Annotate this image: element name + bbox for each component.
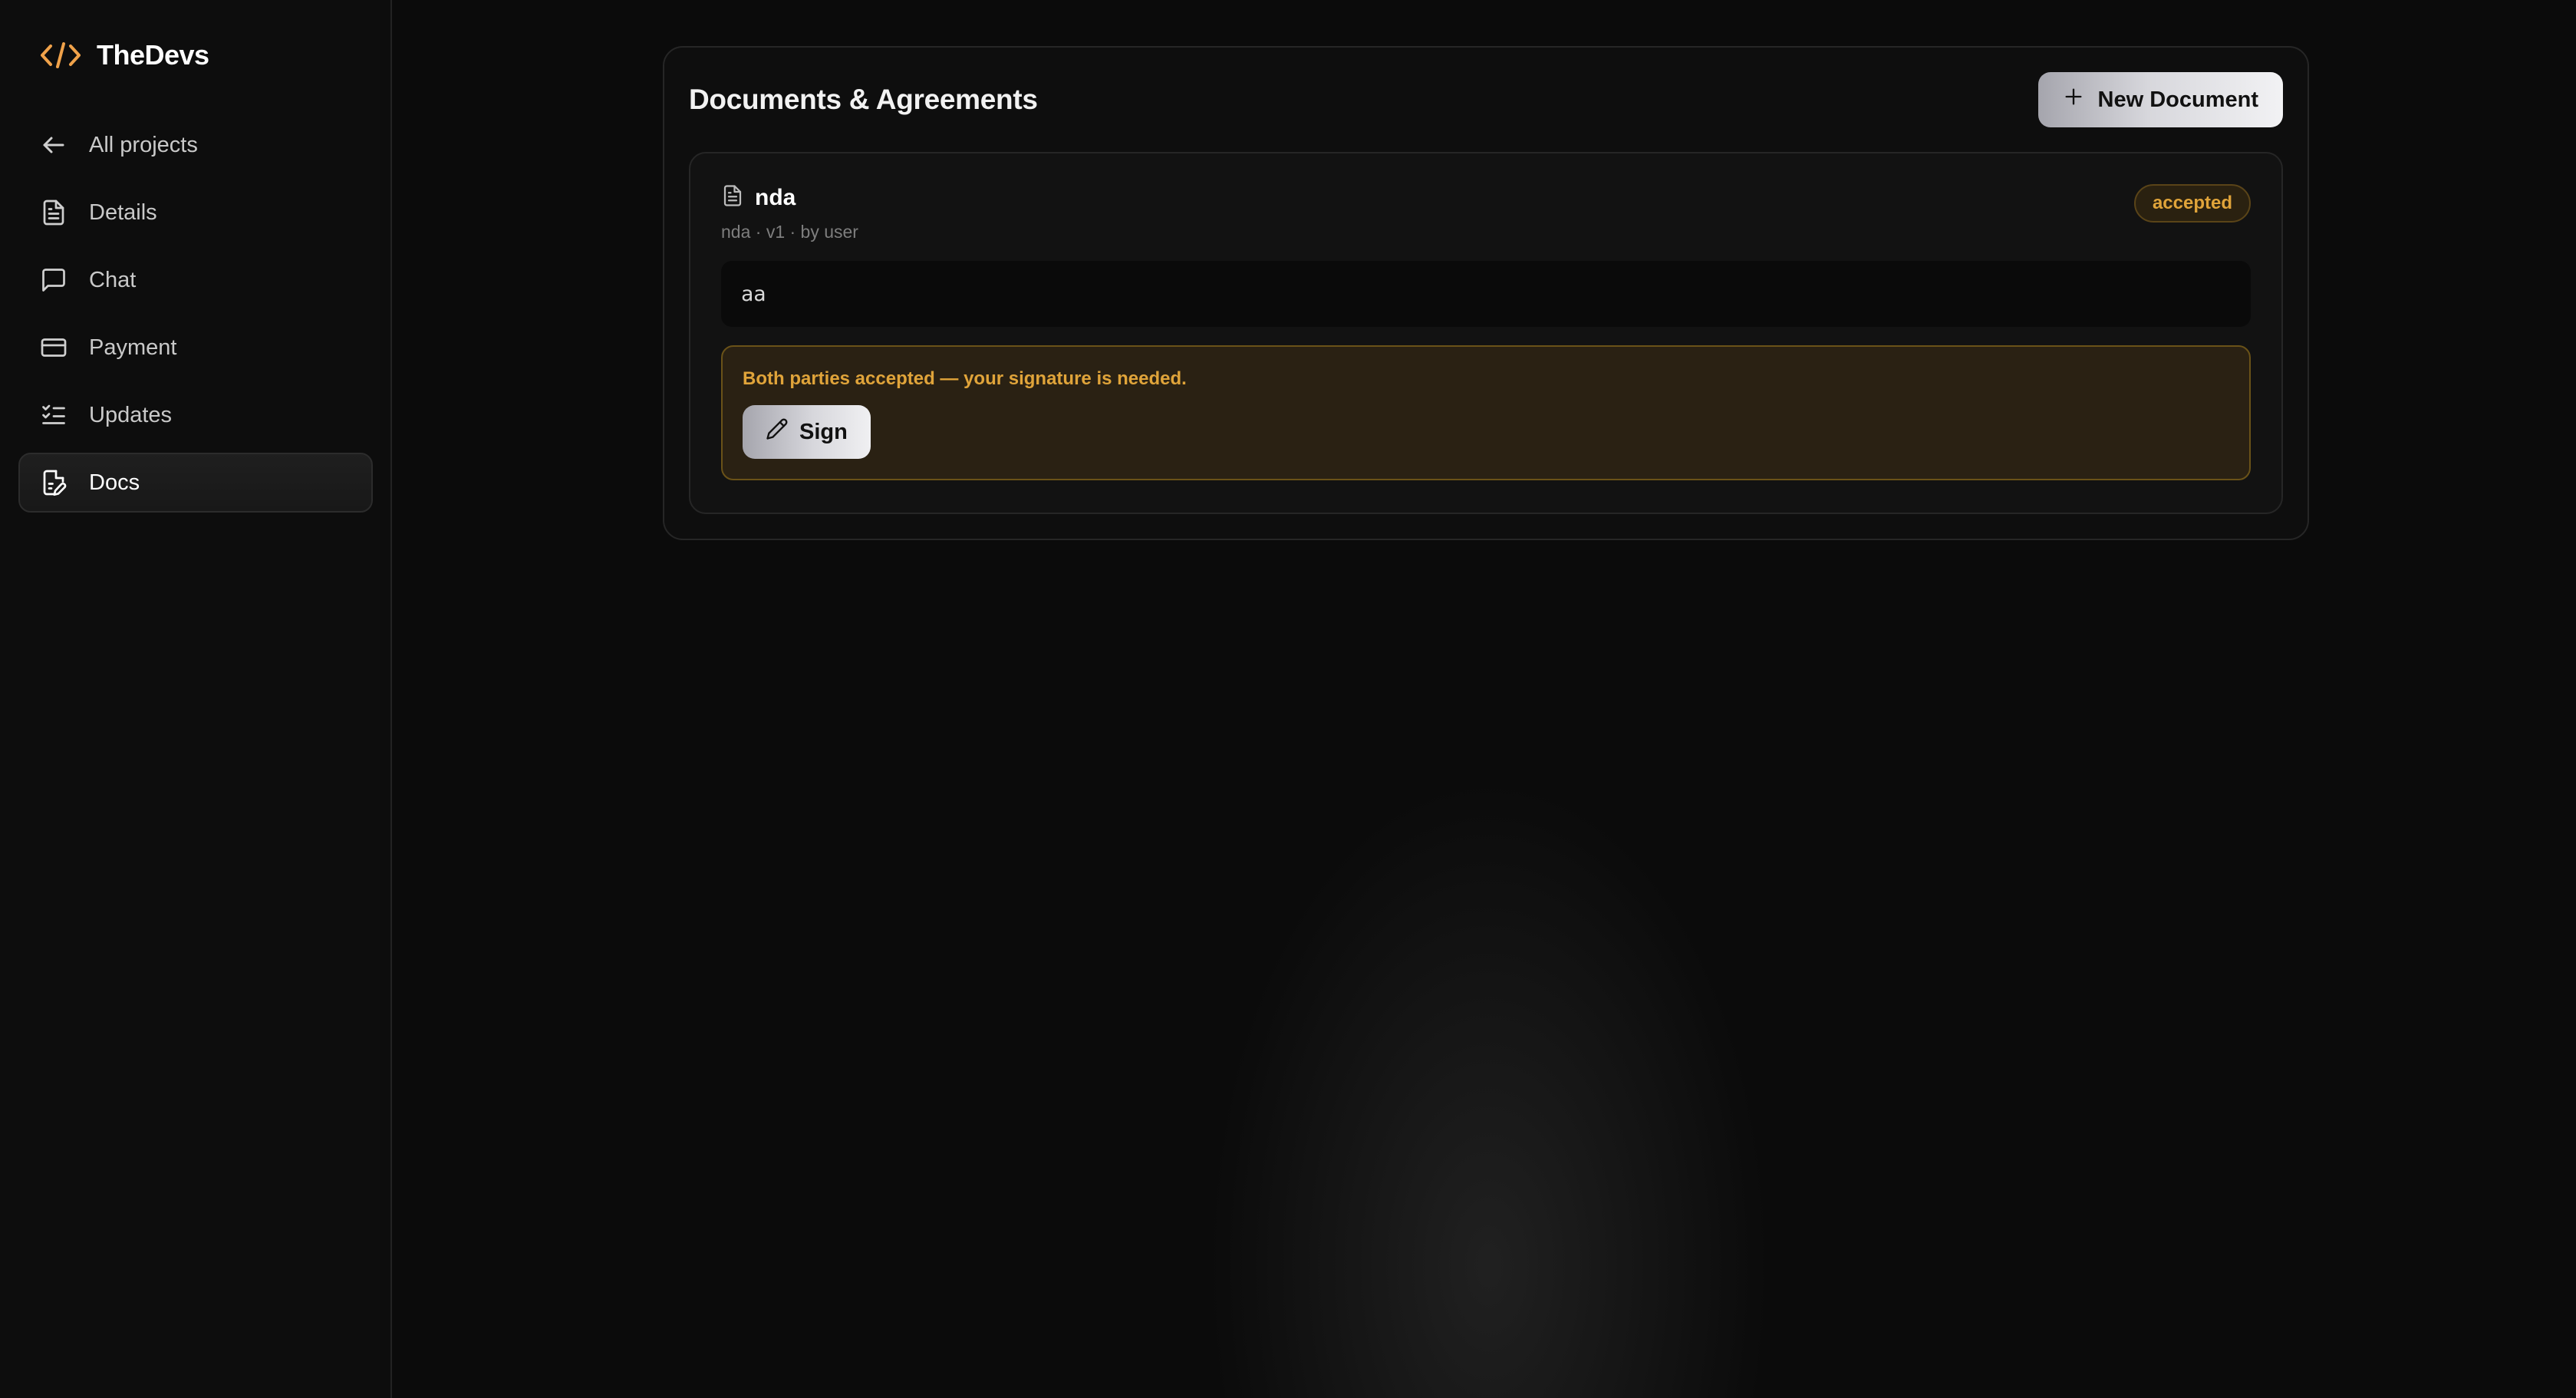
- sidebar-item-label: Details: [89, 199, 157, 225]
- sidebar-item-details[interactable]: Details: [18, 183, 373, 242]
- sidebar-nav: All projects Details Chat Payment Update…: [18, 115, 373, 520]
- code-brackets-icon: [40, 40, 81, 71]
- sidebar-item-docs[interactable]: Docs: [18, 453, 373, 513]
- new-document-label: New Document: [2097, 87, 2258, 112]
- panel-header: Documents & Agreements New Document: [689, 72, 2283, 127]
- plus-icon: [2063, 86, 2084, 114]
- document-card: nda nda · v1 · by user accepted aa Both …: [689, 152, 2283, 514]
- sidebar-item-label: All projects: [89, 132, 198, 157]
- list-checks-icon: [38, 400, 69, 430]
- brand[interactable]: TheDevs: [40, 37, 209, 74]
- signature-notice-text: Both parties accepted — your signature i…: [743, 368, 1187, 389]
- document-title[interactable]: nda: [755, 185, 796, 211]
- sidebar-item-label: Chat: [89, 267, 137, 292]
- document-content-preview: aa: [721, 261, 2251, 327]
- sidebar-item-payment[interactable]: Payment: [18, 318, 373, 378]
- sidebar-item-all-projects[interactable]: All projects: [18, 115, 373, 175]
- arrow-left-icon: [38, 130, 69, 160]
- message-square-icon: [38, 265, 69, 295]
- signature-notice: Both parties accepted — your signature i…: [721, 345, 2251, 480]
- sign-label: Sign: [799, 419, 848, 444]
- document-meta: nda · v1 · by user: [721, 222, 858, 242]
- file-signature-icon: [38, 467, 69, 498]
- sidebar-item-updates[interactable]: Updates: [18, 385, 373, 445]
- sidebar: TheDevs All projects Details Chat Paymen…: [0, 0, 392, 1398]
- app-root: TheDevs All projects Details Chat Paymen…: [0, 0, 2576, 1398]
- sign-button[interactable]: Sign: [743, 405, 871, 459]
- sidebar-item-label: Payment: [89, 335, 177, 360]
- file-text-icon: [38, 197, 69, 228]
- sidebar-item-label: Updates: [89, 402, 173, 427]
- credit-card-icon: [38, 332, 69, 363]
- pen-icon: [766, 417, 789, 447]
- new-document-button[interactable]: New Document: [2037, 72, 2283, 127]
- file-text-icon: [721, 184, 744, 211]
- sidebar-item-chat[interactable]: Chat: [18, 250, 373, 310]
- main-content: Documents & Agreements New Document nda …: [392, 0, 2576, 1398]
- documents-panel: Documents & Agreements New Document nda …: [663, 46, 2309, 540]
- page-title: Documents & Agreements: [689, 84, 1038, 115]
- document-header: nda nda · v1 · by user accepted: [721, 184, 2251, 242]
- status-badge: accepted: [2133, 184, 2251, 223]
- brand-name: TheDevs: [97, 39, 209, 71]
- sidebar-item-label: Docs: [89, 470, 140, 495]
